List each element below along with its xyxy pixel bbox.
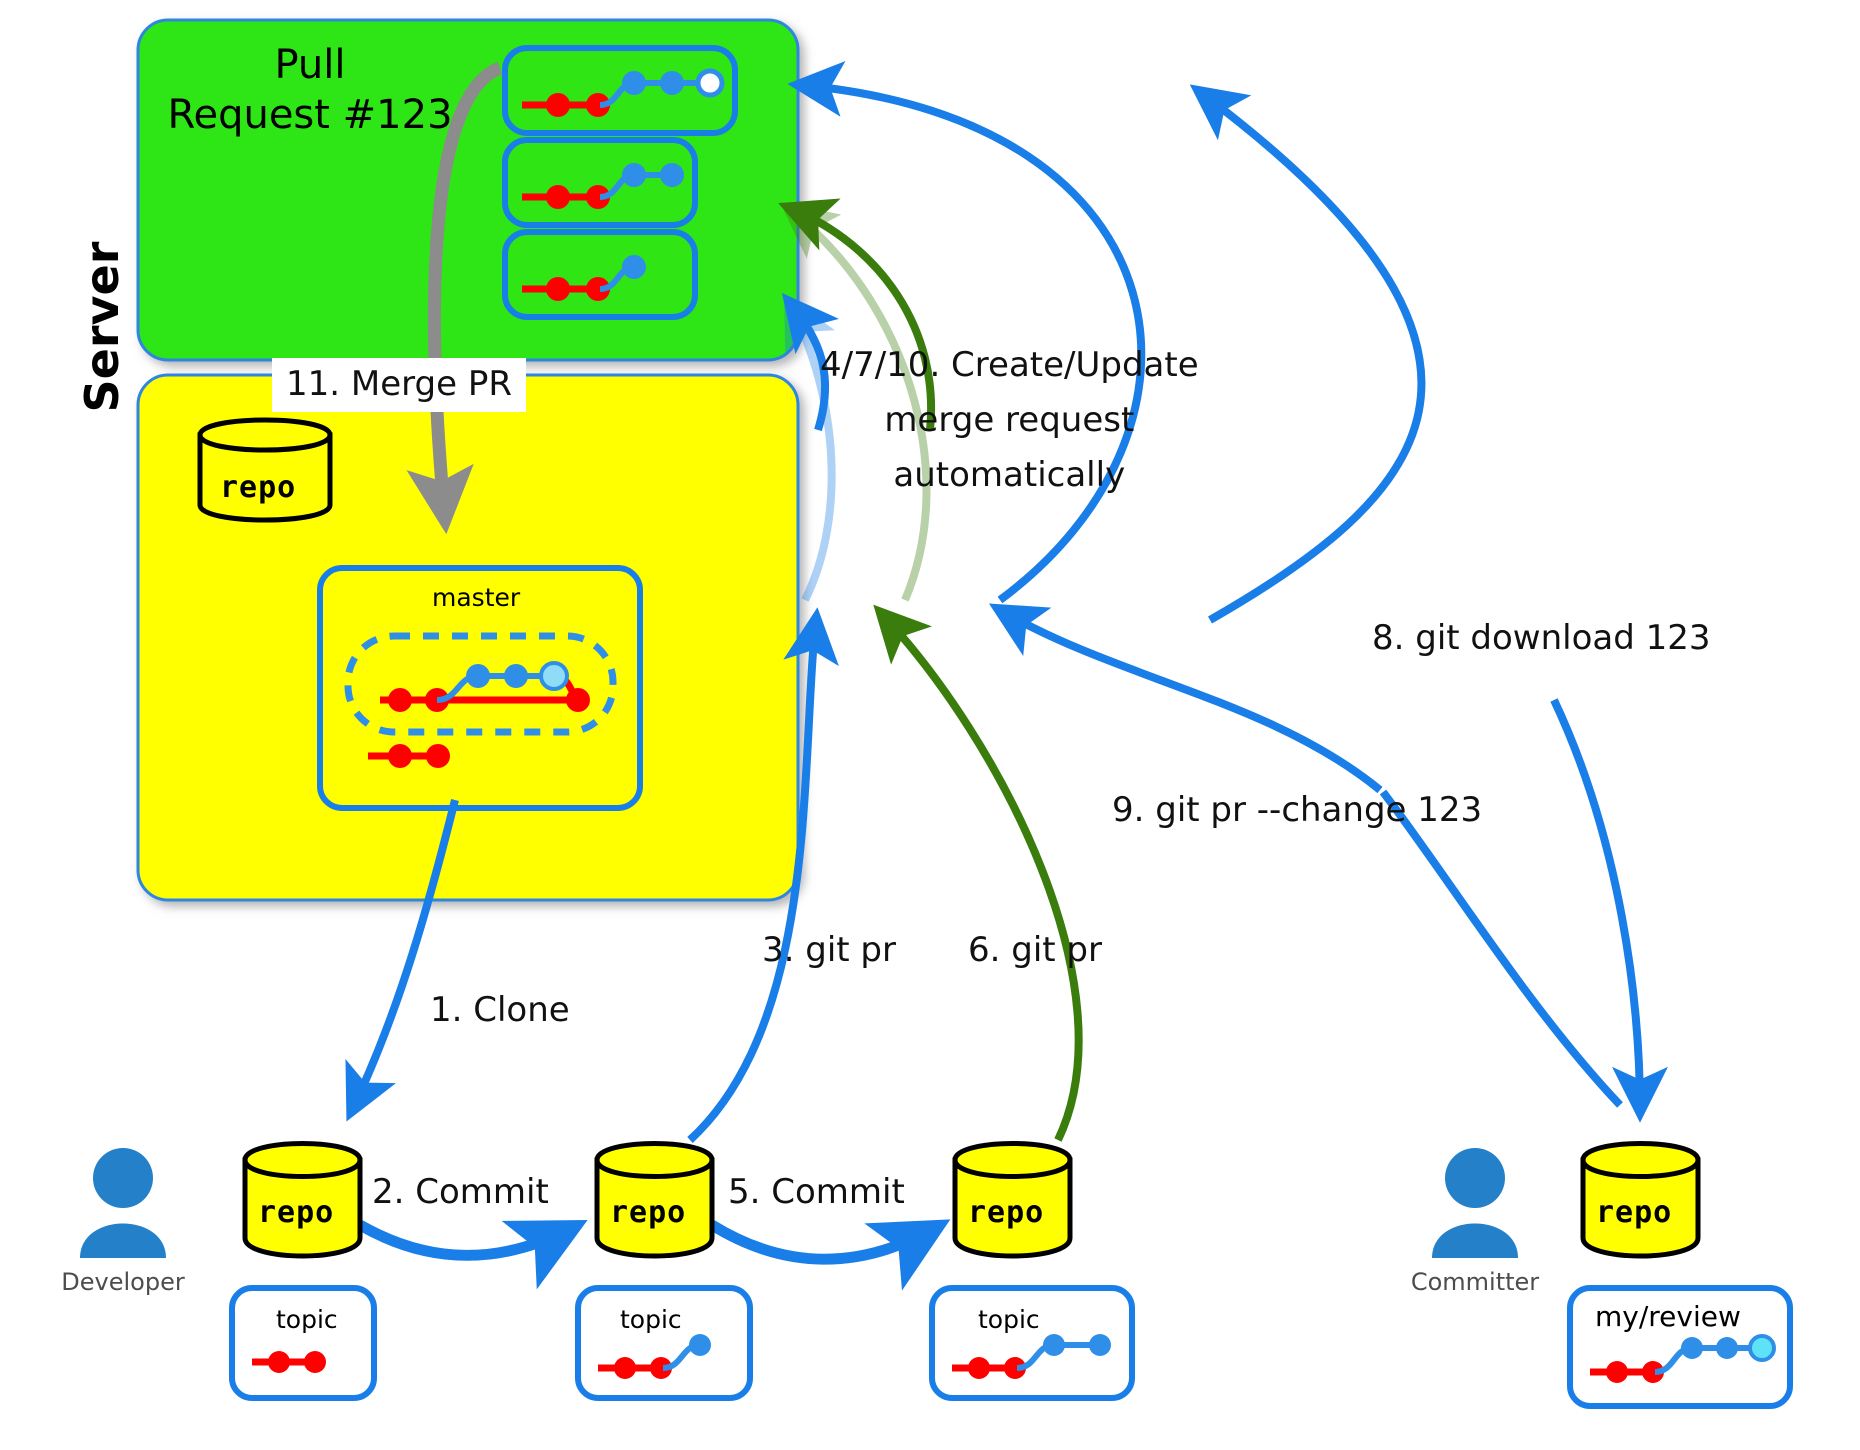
- developer-repo-3-label: repo: [968, 1195, 1045, 1230]
- master-branch-label: master: [432, 583, 521, 612]
- step-8-label: 8. git download 123: [1372, 618, 1711, 658]
- server-repo-label: repo: [220, 470, 297, 505]
- step-1-label: 1. Clone: [430, 990, 570, 1030]
- step-4-7-10-line2: merge request: [884, 400, 1135, 440]
- my-review-branch-label: my/review: [1595, 1300, 1741, 1333]
- step-4-7-10-line3: automatically: [893, 455, 1126, 495]
- diagram-canvas: Server Pull Request #123 repo master 11.…: [0, 0, 1860, 1450]
- topic-branch-label-1: topic: [276, 1305, 338, 1334]
- topic-branch-label-2: topic: [620, 1305, 682, 1334]
- step-3-label: 3. git pr: [762, 930, 896, 970]
- pull-request-title-line2: Request #123: [167, 92, 453, 138]
- committer-avatar-icon: [1432, 1148, 1518, 1258]
- developer-role-label: Developer: [61, 1268, 185, 1296]
- step-2-label: 2. Commit: [372, 1172, 549, 1212]
- step-5-label: 5. Commit: [728, 1172, 905, 1212]
- bottom-row-layer: [80, 1141, 1793, 1409]
- step-11-label: 11. Merge PR: [272, 358, 526, 412]
- step-4-7-10-line1: 4/7/10. Create/Update: [820, 345, 1199, 385]
- topic-branch-label-3: topic: [978, 1305, 1040, 1334]
- developer-repo-2-label: repo: [610, 1195, 687, 1230]
- committer-role-label: Committer: [1410, 1268, 1540, 1296]
- committer-repo-label: repo: [1596, 1195, 1673, 1230]
- developer-repo-1-label: repo: [258, 1195, 335, 1230]
- pull-request-title-line1: Pull: [274, 42, 346, 88]
- developer-avatar-icon: [80, 1148, 166, 1258]
- step-4-7-10-label: 4/7/10. Create/Update merge request auto…: [820, 338, 1199, 503]
- step-9-label: 9. git pr --change 123: [1112, 790, 1483, 830]
- pull-request-title: Pull Request #123: [150, 40, 470, 140]
- server-label: Server: [75, 241, 129, 413]
- step-6-label: 6. git pr: [968, 930, 1102, 970]
